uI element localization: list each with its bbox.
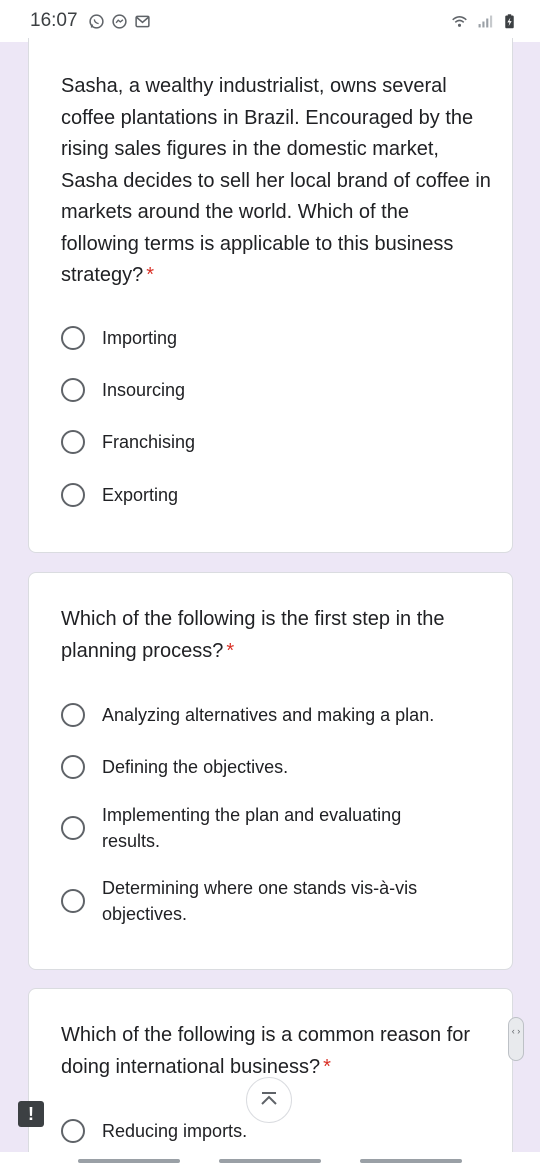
option-importing[interactable]: Importing: [61, 325, 481, 351]
scroll-to-top-button[interactable]: [246, 1077, 292, 1123]
required-asterisk: *: [226, 639, 235, 662]
question-text-1: Sasha, a wealthy industrialist, owns sev…: [61, 71, 491, 292]
status-bar: 16:07: [0, 0, 540, 42]
option-defining-objectives[interactable]: Defining the objectives.: [61, 754, 481, 780]
radio-button[interactable]: [61, 430, 85, 454]
chevron-up-icon: [261, 1092, 277, 1105]
gmail-icon: [134, 15, 150, 27]
battery-charging-icon: [505, 13, 514, 28]
option-label: Importing: [102, 328, 178, 348]
messenger-icon: [111, 13, 127, 29]
option-label: Insourcing: [102, 380, 186, 400]
question-text-3: Which of the following is a common reaso…: [61, 1020, 491, 1083]
radio-button[interactable]: [61, 703, 85, 727]
question-text-2: Which of the following is the first step…: [61, 604, 491, 667]
option-label: Determining where one stands vis-à-vis o…: [102, 878, 418, 924]
option-label: Franchising: [102, 432, 196, 452]
wifi-icon: [452, 15, 467, 27]
question-2-text: Which of the following is the first step…: [61, 608, 445, 662]
alert-icon[interactable]: !: [18, 1101, 44, 1127]
radio-button[interactable]: [61, 816, 85, 840]
question-card-1: Sasha, a wealthy industrialist, owns sev…: [28, 38, 513, 553]
option-franchising[interactable]: Franchising: [61, 429, 481, 455]
option-label: Reducing imports.: [102, 1121, 248, 1141]
radio-button[interactable]: [61, 889, 85, 913]
radio-button[interactable]: [61, 378, 85, 402]
option-label: Exporting: [102, 485, 179, 505]
radio-button[interactable]: [61, 1119, 85, 1143]
status-time: 16:07: [30, 10, 78, 31]
signal-icon: [478, 15, 493, 27]
option-implementing-plan[interactable]: Implementing the plan and evaluating res…: [61, 802, 481, 854]
option-label: Analyzing alternatives and making a plan…: [102, 705, 435, 725]
radio-button[interactable]: [61, 483, 85, 507]
option-analyzing-alternatives[interactable]: Analyzing alternatives and making a plan…: [61, 702, 481, 728]
nav-back-button[interactable]: [360, 1159, 462, 1163]
status-left: 16:07: [30, 10, 151, 32]
question-card-2: Which of the following is the first step…: [28, 572, 513, 970]
option-label: Defining the objectives.: [102, 757, 289, 777]
option-exporting[interactable]: Exporting: [61, 482, 481, 508]
navigation-bar: [0, 1152, 540, 1170]
nav-home-button[interactable]: [219, 1159, 321, 1163]
required-asterisk: *: [323, 1055, 331, 1078]
scroll-handle-icon[interactable]: ‹ ›: [508, 1017, 524, 1061]
radio-button[interactable]: [61, 326, 85, 350]
required-asterisk: *: [146, 264, 155, 286]
option-insourcing[interactable]: Insourcing: [61, 377, 481, 403]
radio-button[interactable]: [61, 755, 85, 779]
whatsapp-icon: [88, 13, 104, 29]
status-right: [451, 13, 518, 30]
question-1-text: Sasha, a wealthy industrialist, owns sev…: [61, 75, 491, 286]
option-determining-where[interactable]: Determining where one stands vis-à-vis o…: [61, 875, 481, 927]
question-3-text: Which of the following is a common reaso…: [61, 1024, 471, 1078]
option-label: Implementing the plan and evaluating res…: [102, 805, 402, 851]
nav-recent-apps-button[interactable]: [78, 1159, 180, 1163]
